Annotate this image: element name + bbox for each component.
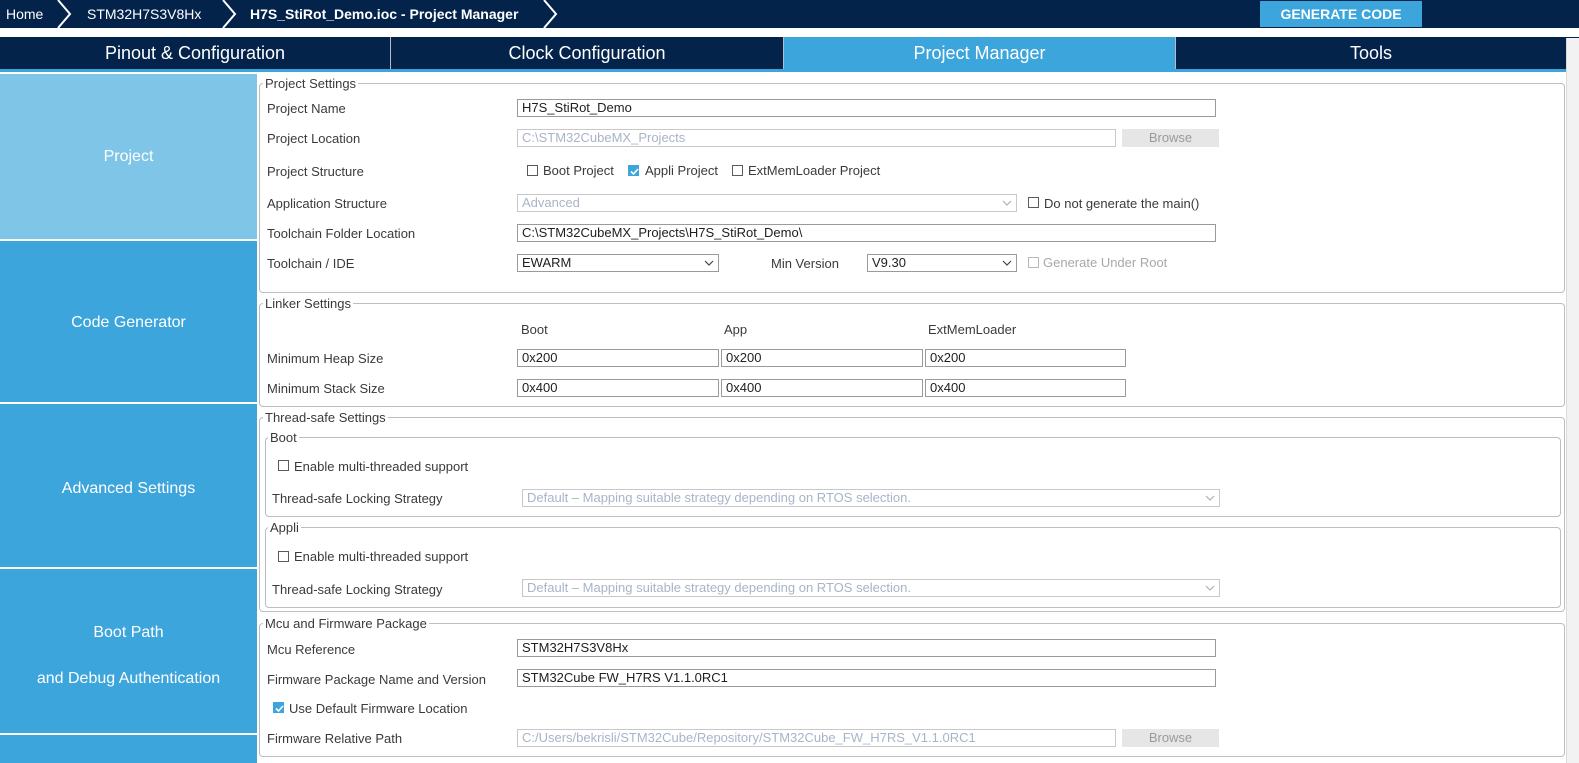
browse-location-button[interactable]: Browse <box>1122 129 1219 147</box>
toolchain-folder-input[interactable]: C:\STM32CubeMX_Projects\H7S_StiRot_Demo\ <box>517 224 1216 242</box>
appli-strategy-select[interactable]: Default – Mapping suitable strategy depe… <box>522 579 1220 597</box>
tab-underline <box>0 69 1579 72</box>
vertical-scrollbar[interactable] <box>1566 38 1579 763</box>
heap-size-label: Minimum Heap Size <box>267 351 384 366</box>
group-title: Boot <box>268 430 299 445</box>
chevron-right-icon <box>222 0 237 28</box>
group-title: Project Settings <box>263 76 359 91</box>
select-value: EWARM <box>522 255 572 270</box>
sidebar-item-project[interactable]: Project <box>0 74 257 239</box>
project-structure-label: Project Structure <box>267 164 364 179</box>
extmem-project-label: ExtMemLoader Project <box>748 163 881 178</box>
generate-under-root-checkbox[interactable] <box>1028 257 1039 268</box>
appli-multithread-label: Enable multi-threaded support <box>294 549 469 564</box>
boot-strategy-label: Thread-safe Locking Strategy <box>272 491 443 506</box>
chevron-right-icon <box>543 0 558 28</box>
heap-extmem-input[interactable]: 0x200 <box>925 349 1126 367</box>
breadcrumb-mcu[interactable]: STM32H7S3V8Hx <box>87 0 201 28</box>
heap-boot-input[interactable]: 0x200 <box>517 349 719 367</box>
project-name-label: Project Name <box>267 101 346 116</box>
firmware-path-label: Firmware Relative Path <box>267 731 403 746</box>
tab-clock-configuration[interactable]: Clock Configuration <box>391 37 783 69</box>
no-main-checkbox[interactable] <box>1028 197 1039 208</box>
chevron-down-icon <box>1002 200 1012 206</box>
appli-multithread-checkbox[interactable] <box>278 551 289 562</box>
sidebar-item-label: Boot Path <box>93 624 164 641</box>
select-value: V9.30 <box>872 255 906 270</box>
checkmark-icon <box>630 168 639 176</box>
generate-under-root-label: Generate Under Root <box>1043 255 1168 270</box>
sidebar-item-code-generator[interactable]: Code Generator <box>0 241 257 402</box>
boot-project-label: Boot Project <box>543 163 614 178</box>
use-default-firmware-label: Use Default Firmware Location <box>289 701 468 716</box>
use-default-firmware-checkbox[interactable] <box>273 702 284 713</box>
linker-col-boot: Boot <box>521 322 548 337</box>
chevron-down-icon <box>704 260 714 266</box>
select-value: Advanced <box>522 195 580 210</box>
mcu-reference-input[interactable]: STM32H7S3V8Hx <box>517 639 1216 657</box>
breadcrumb-home[interactable]: Home <box>6 0 43 28</box>
boot-project-checkbox[interactable] <box>527 165 538 176</box>
mcu-reference-label: Mcu Reference <box>267 642 356 657</box>
min-version-select[interactable]: V9.30 <box>867 254 1017 272</box>
top-breadcrumb-bar: Home STM32H7S3V8Hx H7S_StiRot_Demo.ioc -… <box>0 0 1579 28</box>
sidebar-item-label: Advanced Settings <box>61 480 196 497</box>
group-title: Mcu and Firmware Package <box>263 616 429 631</box>
sidebar-item-boot-path[interactable]: Boot Path and Debug Authentication <box>0 569 257 733</box>
stack-size-label: Minimum Stack Size <box>267 381 385 396</box>
min-version-label: Min Version <box>771 256 839 271</box>
select-value: Default – Mapping suitable strategy depe… <box>527 580 911 595</box>
project-location-input[interactable]: C:\STM32CubeMX_Projects <box>517 129 1116 147</box>
select-value: Default – Mapping suitable strategy depe… <box>527 490 911 505</box>
firmware-package-input[interactable]: STM32Cube FW_H7RS V1.1.0RC1 <box>517 669 1216 687</box>
chevron-down-icon <box>1002 260 1012 266</box>
chevron-down-icon <box>1205 585 1215 591</box>
toolchain-ide-select[interactable]: EWARM <box>517 254 719 272</box>
sidebar-item-label: and Debug Authentication <box>36 670 221 687</box>
boot-strategy-select[interactable]: Default – Mapping suitable strategy depe… <box>522 489 1220 507</box>
stack-app-input[interactable]: 0x400 <box>721 379 923 397</box>
project-location-label: Project Location <box>267 131 361 146</box>
project-name-input[interactable]: H7S_StiRot_Demo <box>517 99 1216 117</box>
appli-project-checkbox[interactable] <box>628 165 639 176</box>
group-title: Thread-safe Settings <box>263 410 388 425</box>
stack-boot-input[interactable]: 0x400 <box>517 379 719 397</box>
tab-tools[interactable]: Tools <box>1176 37 1566 69</box>
heap-app-input[interactable]: 0x200 <box>721 349 923 367</box>
tab-pinout-configuration[interactable]: Pinout & Configuration <box>0 37 390 69</box>
sidebar-item-label: Project <box>103 148 154 165</box>
no-main-label: Do not generate the main() <box>1044 196 1200 211</box>
sidebar-item-more[interactable] <box>0 735 257 763</box>
appli-project-label: Appli Project <box>645 163 718 178</box>
appli-strategy-label: Thread-safe Locking Strategy <box>272 582 443 597</box>
sidebar-item-advanced-settings[interactable]: Advanced Settings <box>0 404 257 567</box>
firmware-package-label: Firmware Package Name and Version <box>267 672 486 687</box>
chevron-down-icon <box>1205 495 1215 501</box>
generate-code-button[interactable]: GENERATE CODE <box>1260 1 1422 27</box>
app-structure-label: Application Structure <box>267 196 387 211</box>
tab-project-manager[interactable]: Project Manager <box>784 37 1175 69</box>
toolchain-folder-label: Toolchain Folder Location <box>267 226 416 241</box>
chevron-right-icon <box>57 0 72 28</box>
checkmark-icon <box>275 705 284 713</box>
toolchain-ide-label: Toolchain / IDE <box>267 256 355 271</box>
main-tab-bar: Pinout & Configuration Clock Configurati… <box>0 37 1579 69</box>
browse-firmware-button[interactable]: Browse <box>1122 729 1219 747</box>
group-title: Linker Settings <box>263 296 353 311</box>
linker-col-app: App <box>724 322 748 337</box>
extmem-project-checkbox[interactable] <box>732 165 743 176</box>
app-structure-select[interactable]: Advanced <box>517 194 1017 212</box>
breadcrumb-project[interactable]: H7S_StiRot_Demo.ioc - Project Manager <box>250 0 518 28</box>
group-title: Appli <box>268 520 301 535</box>
firmware-path-input[interactable]: C:/Users/bekrisli/STM32Cube/Repository/S… <box>517 729 1116 747</box>
boot-multithread-checkbox[interactable] <box>278 460 289 471</box>
linker-col-extmem: ExtMemLoader <box>928 322 1017 337</box>
boot-multithread-label: Enable multi-threaded support <box>294 459 469 474</box>
sidebar-item-label: Code Generator <box>71 314 186 331</box>
stack-extmem-input[interactable]: 0x400 <box>925 379 1126 397</box>
